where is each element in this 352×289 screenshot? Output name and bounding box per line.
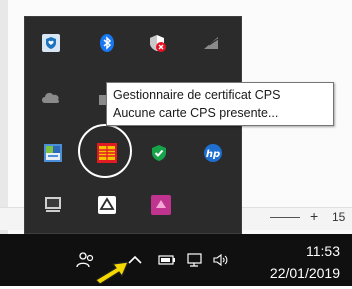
clock-date: 22/01/2019	[269, 265, 340, 281]
hp-icon[interactable]: hp	[201, 141, 225, 165]
monitor-icon[interactable]	[41, 193, 65, 217]
cloud-icon[interactable]	[39, 85, 63, 109]
zoom-level: 15	[332, 210, 346, 224]
pink-app-icon[interactable]	[149, 193, 173, 217]
network-icon[interactable]	[186, 252, 204, 273]
zoom-in-button[interactable]: +	[310, 208, 318, 224]
highlight-circle	[78, 124, 132, 178]
battery-icon[interactable]	[158, 253, 176, 272]
tooltip-status: Aucune carte CPS presente...	[113, 106, 279, 120]
clock-time: 11:53	[306, 243, 340, 259]
wifi-icon[interactable]	[199, 31, 223, 55]
shield-heart-icon[interactable]	[39, 31, 63, 55]
tooltip: Gestionnaire de certificat CPS Aucune ca…	[106, 82, 334, 126]
shield-x-icon[interactable]	[145, 31, 169, 55]
bluetooth-icon[interactable]	[95, 31, 119, 55]
security-check-icon[interactable]	[147, 141, 171, 165]
zoom-slider-track[interactable]	[270, 217, 300, 218]
tooltip-title: Gestionnaire de certificat CPS	[113, 88, 281, 102]
taskbar-clock[interactable]: 11:53 22/01/2019	[270, 240, 340, 284]
svg-text:hp: hp	[206, 149, 220, 160]
volume-icon[interactable]	[212, 252, 230, 273]
yellow-arrow-icon	[90, 258, 134, 289]
app-icon[interactable]	[41, 141, 65, 165]
document-edge	[0, 0, 8, 234]
drive-icon[interactable]	[95, 193, 119, 217]
